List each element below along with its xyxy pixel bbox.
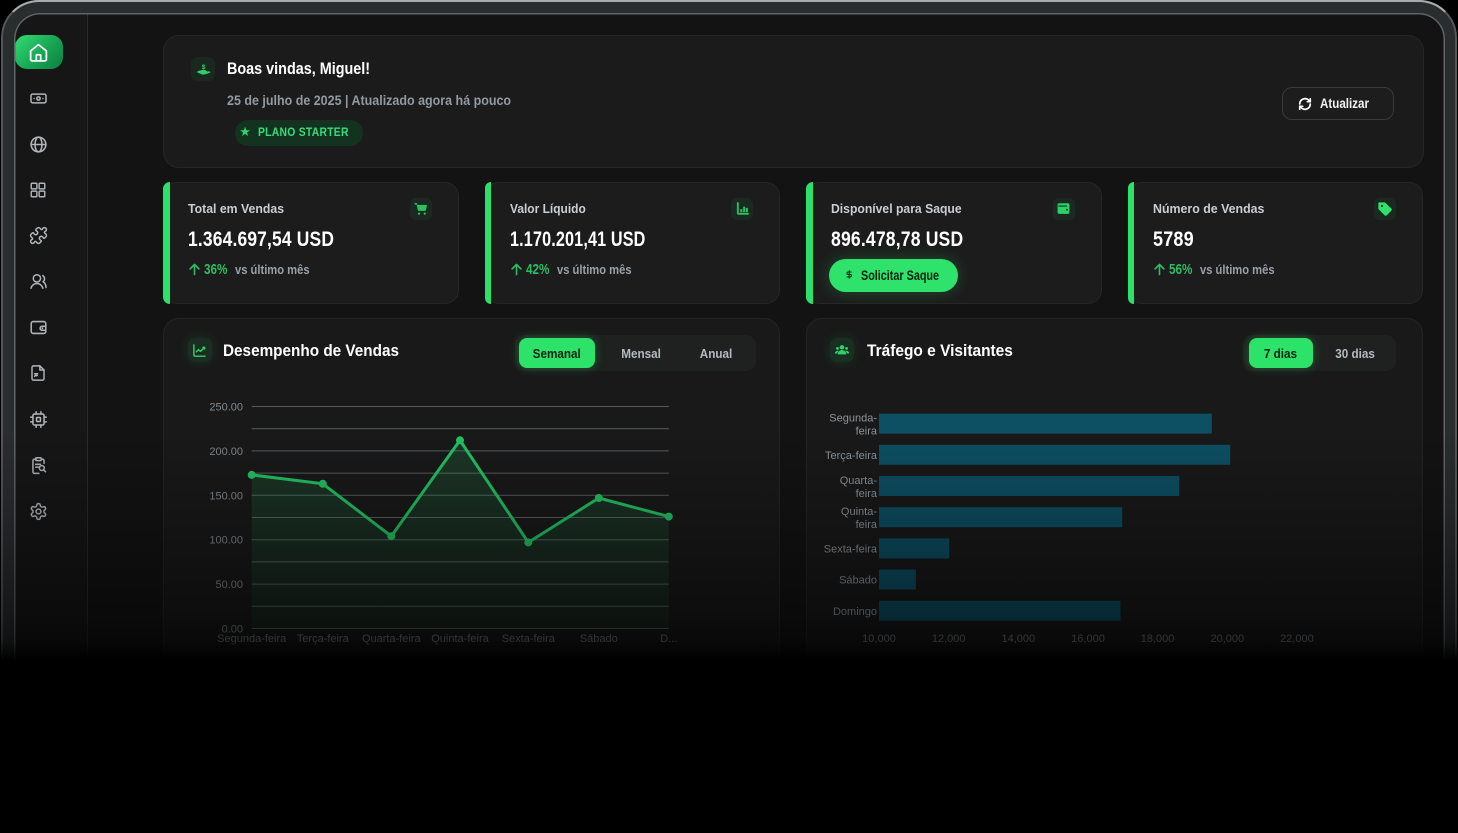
svg-text:200.00: 200.00 [209,446,243,458]
svg-text:feira: feira [855,488,877,500]
svg-text:18,000: 18,000 [1141,633,1175,645]
svg-text:feira: feira [855,426,877,438]
svg-text:Segunda-: Segunda- [829,413,877,425]
svg-text:12,000: 12,000 [932,633,966,645]
svg-text:Terça-feira: Terça-feira [825,450,878,462]
svg-text:Quarta-: Quarta- [840,475,878,487]
svg-text:Segunda-feira: Segunda-feira [217,633,287,645]
svg-text:20,000: 20,000 [1210,633,1244,645]
svg-text:Quarta-feira: Quarta-feira [362,633,422,645]
svg-text:Sábado: Sábado [839,575,877,587]
svg-text:D...: D... [660,633,677,645]
svg-text:100.00: 100.00 [209,535,243,547]
svg-text:feira: feira [855,519,877,531]
svg-text:14,000: 14,000 [1001,633,1035,645]
svg-text:150.00: 150.00 [209,490,243,502]
svg-text:Quinta-feira: Quinta-feira [431,633,489,645]
svg-text:16,000: 16,000 [1071,633,1105,645]
svg-text:22,000: 22,000 [1280,633,1314,645]
svg-text:Sexta-feira: Sexta-feira [502,633,556,645]
svg-text:$: $ [201,63,205,70]
svg-text:Domingo: Domingo [833,606,877,618]
svg-text:10,000: 10,000 [862,633,896,645]
svg-text:50.00: 50.00 [215,579,243,591]
svg-text:Sexta-feira: Sexta-feira [824,543,878,555]
svg-text:Terça-feira: Terça-feira [297,633,350,645]
svg-text:Sábado: Sábado [580,633,618,645]
svg-text:Quinta-: Quinta- [841,506,877,518]
svg-text:250.00: 250.00 [209,402,243,414]
